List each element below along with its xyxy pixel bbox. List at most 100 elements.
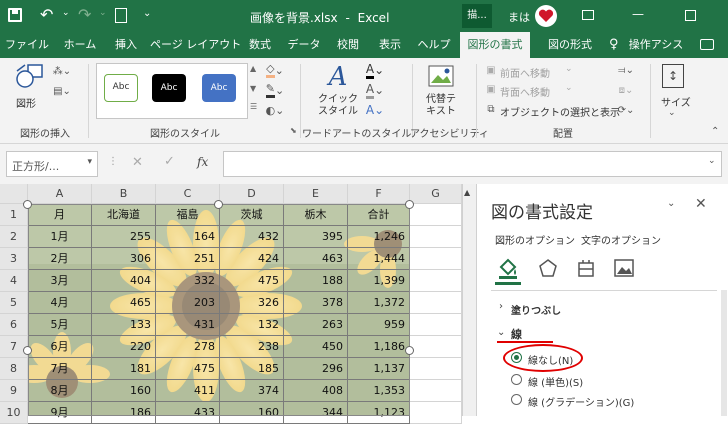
minimize-button[interactable]: — (632, 7, 644, 21)
pane-scrollbar[interactable] (721, 290, 727, 416)
insert-function-icon[interactable]: fx (197, 155, 208, 169)
empty-cell[interactable] (410, 380, 462, 402)
picture-icon[interactable] (611, 256, 637, 280)
ribbon-display-options-icon[interactable] (582, 10, 594, 20)
alt-text-label[interactable]: 代替テ キスト (426, 94, 456, 118)
tab-home[interactable]: ホーム (58, 32, 102, 58)
text-effects-icon[interactable]: A⌄ (363, 102, 387, 118)
empty-cell[interactable] (410, 358, 462, 380)
tell-me-box[interactable]: 操作アシス (626, 32, 686, 58)
empty-cell[interactable] (410, 204, 462, 226)
resize-handle[interactable] (405, 346, 414, 355)
tab-help[interactable]: ヘルプ (414, 32, 454, 58)
dialog-launcher-icon[interactable]: ⬊ (290, 126, 297, 135)
empty-cell[interactable] (410, 226, 462, 248)
gallery-scroll-down-icon[interactable]: ▼ (250, 84, 256, 93)
undo-dropdown-icon[interactable]: ⌄ (62, 8, 70, 18)
customize-qat-icon[interactable]: ⌄ (143, 8, 151, 19)
collapse-ribbon-icon[interactable]: ⌃ (711, 126, 719, 137)
fill-expand-icon[interactable]: › (499, 301, 503, 312)
rotate-icon[interactable]: ⟳⌄ (614, 103, 638, 117)
undo-icon[interactable]: ↶ (40, 5, 53, 24)
size-button[interactable]: サイズ (661, 94, 691, 109)
quick-style-icon[interactable]: A (323, 62, 353, 92)
resize-handle[interactable] (23, 200, 32, 209)
alt-text-icon[interactable] (427, 64, 455, 90)
fill-line-icon[interactable] (495, 256, 521, 280)
tab-page-layout[interactable]: ページ レイアウト (150, 32, 241, 58)
radio-no-line[interactable] (511, 352, 522, 363)
group-wordart-styles: ワードアートのスタイル (302, 129, 412, 140)
insert-shape-label[interactable]: 図形 (16, 95, 36, 110)
bring-forward-button: 前面へ移動 (500, 69, 550, 80)
tab-review[interactable]: 校閲 (330, 32, 366, 58)
radio-gradient-line[interactable] (511, 394, 522, 405)
shape-outline-icon[interactable]: ✎ ⌄ (262, 82, 288, 98)
radio-solid-line-label[interactable]: 線 (単色)(S) (528, 374, 583, 389)
style-sample-blue[interactable]: Abc (202, 74, 236, 102)
resize-handle[interactable] (23, 346, 32, 355)
tab-shape-options[interactable]: 図形のオプション (495, 232, 575, 247)
tab-view[interactable]: 表示 (372, 32, 408, 58)
expand-formula-bar-icon[interactable]: ⌄ (708, 156, 716, 166)
empty-cell[interactable] (410, 270, 462, 292)
save-icon[interactable] (8, 8, 22, 22)
gallery-more-icon[interactable]: ☰ (250, 102, 257, 111)
worksheet-grid[interactable]: A B C D E F G 1 2 3 4 5 6 7 8 9 10 月 北海道… (0, 184, 476, 424)
tab-insert[interactable]: 挿入 (108, 32, 144, 58)
pane-options-icon[interactable]: ⌄ (667, 198, 675, 209)
size-properties-icon[interactable] (573, 256, 599, 280)
radio-solid-line[interactable] (511, 374, 522, 385)
close-icon[interactable]: ✕ (695, 196, 707, 212)
line-section-header[interactable]: 線 (511, 326, 522, 342)
tab-file[interactable]: ファイル (4, 32, 50, 58)
size-dropdown-icon[interactable]: ⌄ (668, 108, 676, 118)
tab-formulas[interactable]: 数式 (242, 32, 278, 58)
radio-gradient-line-label[interactable]: 線 (グラデーション)(G) (528, 394, 634, 409)
text-box-icon[interactable]: ▤⌄ (52, 84, 72, 98)
empty-cell[interactable] (410, 336, 462, 358)
ribbon-tabs: ファイル ホーム 挿入 ページ レイアウト 数式 データ 校閲 表示 ヘルプ 図… (0, 32, 728, 58)
avatar[interactable] (535, 5, 557, 27)
vertical-scrollbar[interactable] (462, 184, 476, 416)
fill-section-header[interactable]: 塗りつぶし (511, 302, 561, 317)
edit-shape-icon[interactable]: ⁂⌄ (52, 64, 72, 78)
text-fill-icon[interactable]: A ⌄ (363, 62, 387, 79)
user-name[interactable]: まは (508, 9, 530, 25)
style-sample-black[interactable]: Abc (152, 74, 186, 102)
name-box[interactable]: 正方形/... ▾ (6, 151, 98, 177)
gallery-scroll-up-icon[interactable]: ▲ (250, 64, 256, 73)
quick-style-label[interactable]: クイック スタイル (318, 94, 358, 118)
new-file-icon[interactable] (115, 8, 127, 23)
style-sample-outline[interactable]: Abc (104, 74, 138, 102)
ribbon: 図形 ⁂⌄ ▤⌄ 図形の挿入 Abc Abc Abc ▲ ▼ ☰ ◇ ⌄ ✎ ⌄ ◐… (0, 58, 728, 144)
selection-pane-button[interactable]: オブジェクトの選択と表示 (500, 104, 620, 119)
shapes-icon[interactable] (12, 62, 48, 92)
comments-icon[interactable] (700, 39, 714, 50)
tab-data[interactable]: データ (284, 32, 324, 58)
active-tab-underline (495, 282, 521, 285)
shape-effects-icon[interactable]: ◐⌄ (262, 102, 288, 118)
tab-shape-format[interactable]: 図形の書式 (460, 32, 530, 58)
formula-bar-grip-icon[interactable]: ⋮ (108, 156, 118, 167)
empty-cell[interactable] (410, 292, 462, 314)
formula-input[interactable] (223, 151, 722, 177)
line-collapse-icon[interactable]: ⌄ (497, 327, 505, 338)
radio-no-line-label[interactable]: 線なし(N) (528, 352, 573, 367)
resize-handle[interactable] (405, 200, 414, 209)
selection-pane-icon[interactable]: ⧉ (484, 103, 498, 115)
empty-cell[interactable] (410, 248, 462, 270)
text-outline-icon[interactable]: A ⌄ (363, 82, 387, 99)
tab-text-options[interactable]: 文字のオプション (581, 232, 661, 247)
align-icon[interactable]: ⫤⌄ (614, 63, 638, 77)
effects-icon[interactable] (535, 256, 561, 280)
restore-button[interactable] (685, 10, 696, 21)
scroll-up-icon[interactable]: ▲ (464, 188, 470, 197)
empty-cell[interactable] (410, 314, 462, 336)
empty-cell[interactable] (410, 402, 462, 424)
shape-fill-icon[interactable]: ◇ ⌄ (262, 62, 288, 78)
tab-picture-format[interactable]: 図の形式 (538, 32, 602, 58)
resize-handle[interactable] (214, 200, 223, 209)
size-icon[interactable]: ↕ (662, 64, 684, 88)
name-box-dropdown-icon[interactable]: ▾ (87, 157, 92, 167)
